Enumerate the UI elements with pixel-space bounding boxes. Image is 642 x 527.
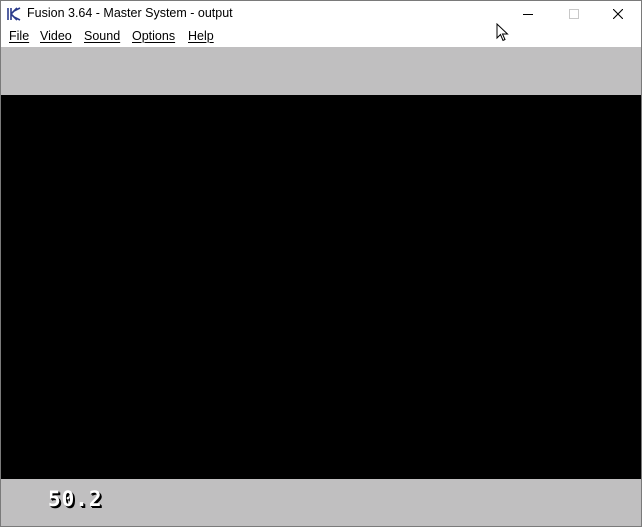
fusion-app-icon [7, 7, 21, 21]
menu-file[interactable]: File [9, 29, 29, 43]
screen-border-top [1, 47, 641, 95]
game-screen[interactable] [1, 95, 641, 479]
maximize-icon [569, 9, 579, 19]
title-bar[interactable]: Fusion 3.64 - Master System - output [1, 1, 641, 27]
emulator-window: Fusion 3.64 - Master System - output Fil… [0, 0, 642, 527]
minimize-button[interactable] [505, 1, 551, 27]
menu-help[interactable]: Help [188, 29, 214, 43]
close-button[interactable] [595, 1, 641, 27]
menu-options[interactable]: Options [132, 29, 175, 43]
menu-bar: File Video Sound Options Help [1, 27, 641, 46]
mouse-pointer-icon [496, 23, 509, 42]
close-icon [613, 9, 623, 19]
window-title: Fusion 3.64 - Master System - output [27, 6, 233, 20]
fps-counter: 50.2 [48, 487, 103, 511]
maximize-button[interactable] [551, 1, 597, 27]
minimize-icon [523, 14, 533, 15]
menu-video[interactable]: Video [40, 29, 72, 43]
menu-sound[interactable]: Sound [84, 29, 120, 43]
